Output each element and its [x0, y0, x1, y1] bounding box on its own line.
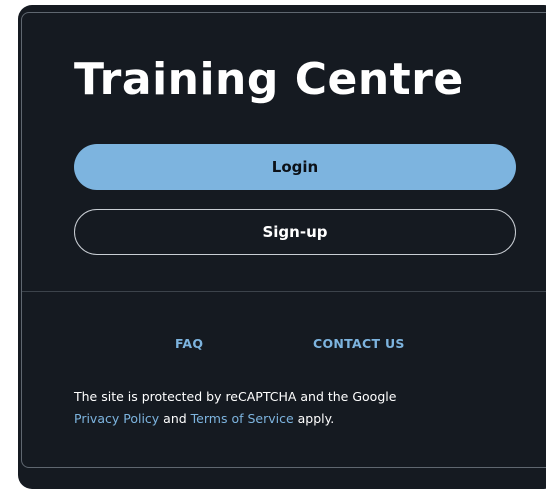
privacy-policy-link[interactable]: Privacy Policy	[74, 411, 159, 426]
signup-button[interactable]: Sign-up	[74, 209, 516, 255]
notice-text-end: apply.	[293, 411, 335, 426]
contact-us-link[interactable]: CONTACT US	[313, 336, 405, 351]
notice-text-start: The site is protected by reCAPTCHA and t…	[74, 389, 397, 404]
faq-link[interactable]: FAQ	[175, 336, 203, 351]
footer-divider	[22, 291, 546, 292]
login-button[interactable]: Login	[74, 144, 516, 190]
recaptcha-notice: The site is protected by reCAPTCHA and t…	[74, 386, 514, 430]
terms-of-service-link[interactable]: Terms of Service	[191, 411, 294, 426]
notice-text-and: and	[159, 411, 191, 426]
page-title: Training Centre	[74, 54, 464, 105]
